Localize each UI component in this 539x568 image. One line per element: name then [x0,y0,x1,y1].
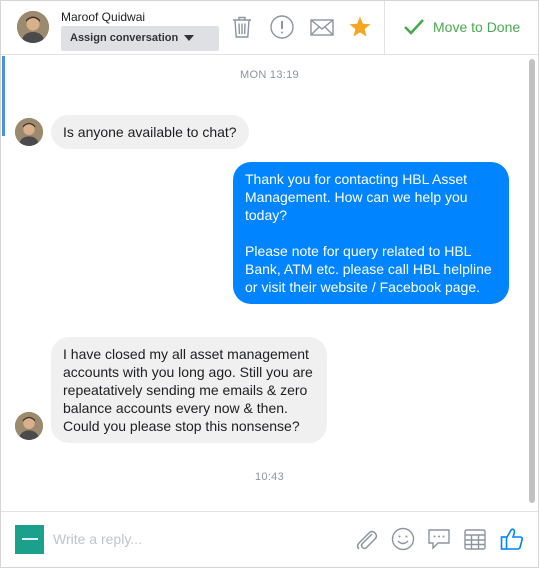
move-to-done-button[interactable]: Move to Done [403,17,520,37]
avatar [15,118,43,146]
conversation-panel: Maroof Quidwai Assign conversation Move … [0,0,539,568]
outgoing-message[interactable]: Thank you for contacting HBL Asset Manag… [233,162,509,304]
timestamp: MON 13:19 [240,69,299,81]
contact-name: Maroof Quidwai [61,10,146,24]
envelope-icon[interactable] [309,14,335,40]
chat-bubble-icon[interactable] [426,526,452,552]
assign-conversation-label: Assign conversation [70,32,179,44]
message-paragraph: Thank you for contacting HBL Asset Manag… [245,171,468,223]
incoming-message[interactable]: I have closed my all asset management ac… [51,337,327,443]
message-paragraph: Please note for query related to HBL Ban… [245,243,492,295]
header-divider [384,1,385,55]
selection-indicator [2,56,5,136]
timestamp: 10:43 [254,471,285,483]
reply-composer [1,511,538,567]
smiley-icon[interactable] [390,526,416,552]
scrollbar[interactable] [529,59,535,503]
checkmark-icon [404,19,424,35]
avatar[interactable] [17,11,49,43]
move-to-done-label: Move to Done [433,19,521,35]
calendar-icon[interactable] [462,526,488,552]
paperclip-icon[interactable] [353,526,379,552]
assign-conversation-button[interactable]: Assign conversation [61,26,219,51]
alert-circle-icon[interactable] [269,14,295,40]
conversation-header: Maroof Quidwai Assign conversation Move … [1,1,538,55]
trash-icon[interactable] [229,14,255,40]
page-logo [15,525,44,554]
thumbs-up-icon[interactable] [499,526,525,552]
reply-input[interactable] [53,526,333,552]
incoming-message[interactable]: Is anyone available to chat? [51,115,249,149]
avatar [15,412,43,440]
star-icon[interactable] [347,14,373,40]
caret-down-icon [184,35,194,41]
